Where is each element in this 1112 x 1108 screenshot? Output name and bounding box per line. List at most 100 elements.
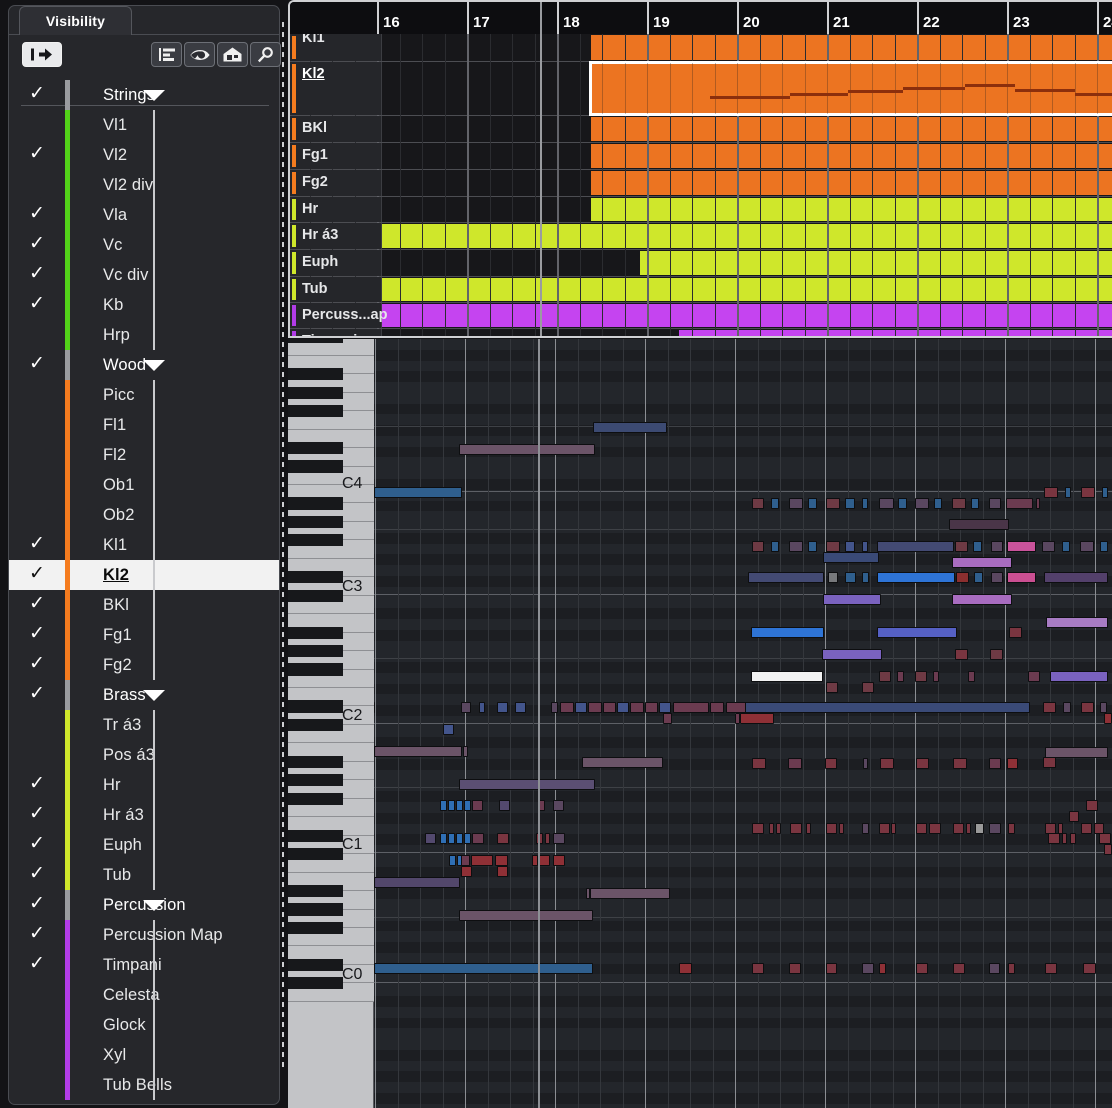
midi-note[interactable]: [877, 627, 957, 638]
track-header[interactable]: Percuss...ap: [290, 303, 382, 328]
checkmark-icon[interactable]: ✓: [9, 774, 65, 796]
midi-note[interactable]: [472, 800, 483, 811]
midi-note[interactable]: [545, 833, 550, 844]
midi-note[interactable]: [989, 823, 1001, 834]
visibility-row-fl2[interactable]: Fl2: [9, 440, 279, 470]
piano-black-key[interactable]: [288, 922, 343, 934]
piano-keyboard[interactable]: C4C3C2C1C0: [288, 339, 374, 1108]
visibility-row-kl1[interactable]: ✓Kl1: [9, 530, 279, 560]
track-row[interactable]: Euph: [290, 250, 1112, 277]
visibility-row-pos-3[interactable]: Pos á3: [9, 740, 279, 770]
checkmark-icon[interactable]: [9, 754, 65, 757]
midi-note[interactable]: [461, 866, 472, 877]
midi-note[interactable]: [808, 541, 817, 552]
checkmark-icon[interactable]: [9, 1054, 65, 1057]
checkmark-icon[interactable]: ✓: [9, 354, 65, 376]
midi-note[interactable]: [789, 498, 803, 509]
midi-note[interactable]: [880, 758, 894, 769]
midi-note[interactable]: [790, 823, 802, 834]
midi-note[interactable]: [374, 963, 593, 974]
piano-black-key[interactable]: [288, 339, 343, 343]
midi-note[interactable]: [1008, 823, 1015, 834]
midi-note[interactable]: [440, 800, 447, 811]
midi-note[interactable]: [1102, 487, 1108, 498]
midi-note[interactable]: [845, 498, 855, 509]
midi-note[interactable]: [991, 572, 1003, 583]
playhead-arranger[interactable]: [540, 2, 542, 338]
checkmark-icon[interactable]: [9, 994, 65, 997]
visibility-row-hr[interactable]: ✓Hr: [9, 770, 279, 800]
midi-note[interactable]: [898, 498, 907, 509]
visibility-row-picc[interactable]: Picc: [9, 380, 279, 410]
midi-note[interactable]: [374, 877, 460, 888]
midi-note[interactable]: [456, 800, 463, 811]
midi-note[interactable]: [710, 702, 724, 713]
track-row[interactable]: Hr á3: [290, 223, 1112, 250]
midi-note[interactable]: [1083, 963, 1096, 974]
checkmark-icon[interactable]: [9, 1084, 65, 1087]
track-lane[interactable]: [382, 250, 1112, 276]
track-header[interactable]: Tub: [290, 277, 382, 302]
midi-note[interactable]: [956, 572, 969, 583]
midi-note[interactable]: [933, 671, 939, 682]
track-lane[interactable]: [382, 170, 1112, 196]
midi-note[interactable]: [952, 594, 1012, 605]
visibility-row-vc-div[interactable]: ✓Vc div: [9, 260, 279, 290]
midi-note[interactable]: [971, 498, 979, 509]
panel-divider[interactable]: [282, 22, 284, 1067]
midi-note[interactable]: [464, 833, 471, 844]
clip[interactable]: [382, 278, 1112, 301]
midi-note[interactable]: [582, 757, 663, 768]
midi-note[interactable]: [659, 702, 671, 713]
midi-note[interactable]: [806, 823, 811, 834]
midi-note[interactable]: [374, 487, 462, 498]
midi-note[interactable]: [472, 833, 484, 844]
midi-note[interactable]: [891, 823, 896, 834]
track-lane[interactable]: [382, 197, 1112, 222]
midi-note[interactable]: [463, 746, 468, 757]
checkmark-icon[interactable]: ✓: [9, 864, 65, 886]
midi-note[interactable]: [863, 758, 868, 769]
midi-note[interactable]: [862, 963, 874, 974]
checkmark-icon[interactable]: ✓: [9, 654, 65, 676]
visibility-row-timpani[interactable]: ✓Timpani: [9, 950, 279, 980]
piano-black-key[interactable]: [288, 774, 343, 786]
piano-black-key[interactable]: [288, 830, 343, 842]
piano-black-key[interactable]: [288, 959, 343, 971]
visibility-row-tub-bells[interactable]: Tub Bells: [9, 1070, 279, 1100]
midi-note[interactable]: [630, 702, 644, 713]
midi-note[interactable]: [425, 833, 436, 844]
midi-note[interactable]: [617, 702, 629, 713]
track-header[interactable]: Hr á3: [290, 223, 382, 249]
midi-note[interactable]: [1045, 747, 1108, 758]
midi-note[interactable]: [553, 800, 564, 811]
midi-note[interactable]: [752, 498, 764, 509]
track-header[interactable]: Kl2: [290, 62, 382, 115]
midi-note[interactable]: [448, 800, 455, 811]
track-row[interactable]: Kl2: [290, 62, 1112, 116]
midi-note[interactable]: [974, 572, 983, 583]
visibility-row-strings[interactable]: ✓Strings: [9, 80, 279, 110]
piano-roll-editor[interactable]: C4C3C2C1C0: [288, 339, 1112, 1108]
checkmark-icon[interactable]: ✓: [9, 684, 65, 706]
midi-note[interactable]: [1104, 844, 1112, 855]
clip[interactable]: [382, 224, 1112, 248]
midi-note[interactable]: [953, 758, 967, 769]
pin-panel-button[interactable]: [22, 42, 62, 67]
midi-note[interactable]: [590, 888, 670, 899]
midi-note[interactable]: [934, 498, 942, 509]
track-row[interactable]: BKl: [290, 116, 1112, 143]
midi-note[interactable]: [374, 746, 462, 757]
piano-black-key[interactable]: [288, 793, 343, 805]
midi-note[interactable]: [1009, 627, 1022, 638]
midi-note[interactable]: [1050, 671, 1108, 682]
tab-visibility[interactable]: Visibility: [19, 6, 132, 35]
midi-note[interactable]: [448, 833, 455, 844]
midi-note[interactable]: [862, 682, 874, 693]
midi-note[interactable]: [560, 702, 574, 713]
midi-note[interactable]: [1081, 823, 1092, 834]
midi-note[interactable]: [879, 671, 891, 682]
midi-note[interactable]: [991, 541, 1003, 552]
midi-note[interactable]: [953, 963, 965, 974]
home-button[interactable]: [217, 42, 248, 67]
